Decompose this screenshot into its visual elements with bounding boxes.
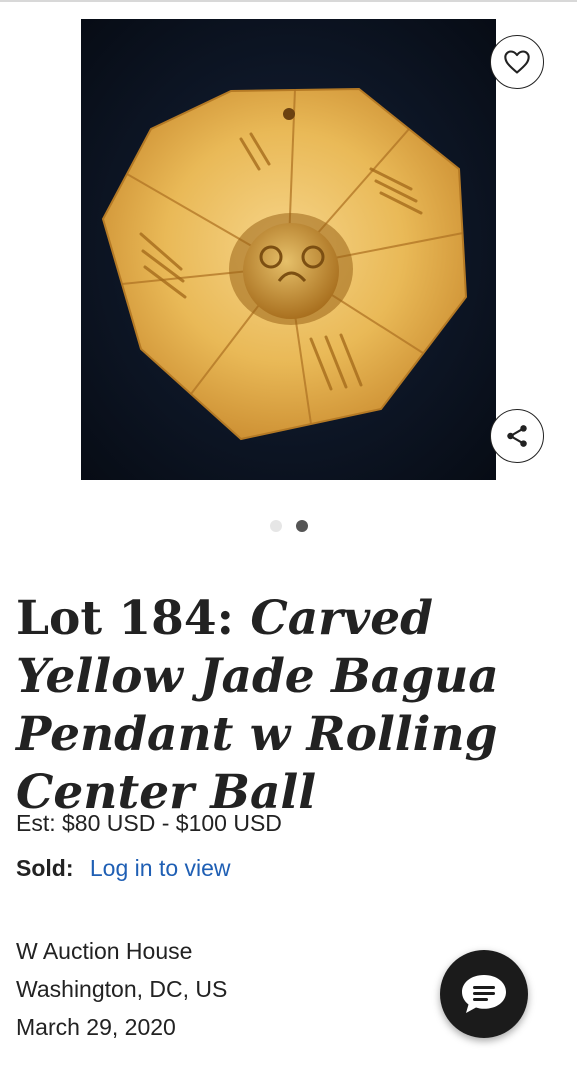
auction-house-info: W Auction House Washington, DC, US March… (16, 932, 227, 1046)
heart-icon (504, 50, 530, 74)
login-to-view-link[interactable]: Log in to view (90, 855, 231, 881)
jade-pendant-image (81, 19, 496, 480)
carousel-dot-active[interactable] (295, 520, 308, 532)
carousel-indicator (0, 520, 577, 532)
chat-icon (462, 975, 506, 1013)
auction-location: Washington, DC, US (16, 976, 228, 1002)
lot-image[interactable] (81, 19, 496, 480)
auction-house-name[interactable]: W Auction House (16, 932, 227, 970)
lot-title: Lot 184: Carved Yellow Jade Bagua Pendan… (16, 590, 556, 822)
chat-button[interactable] (440, 950, 528, 1038)
share-icon (507, 425, 527, 447)
estimate-text: Est: $80 USD - $100 USD (16, 810, 282, 836)
favorite-button[interactable] (490, 35, 544, 89)
sold-label: Sold: (16, 855, 74, 881)
lot-number: Lot 184: (16, 591, 234, 646)
carousel-dot[interactable] (269, 520, 282, 532)
top-divider (0, 0, 577, 2)
share-button[interactable] (490, 409, 544, 463)
sold-row: Sold: Log in to view (16, 855, 231, 882)
auction-date: March 29, 2020 (16, 1014, 176, 1040)
